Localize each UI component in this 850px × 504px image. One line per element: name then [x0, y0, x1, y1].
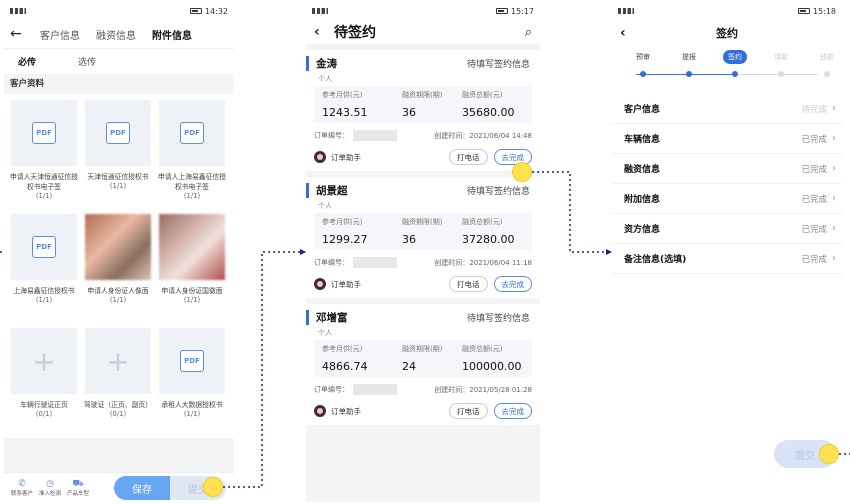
connector-1 — [223, 251, 306, 488]
connector-1-arrow — [300, 249, 306, 255]
connector-2 — [532, 171, 612, 253]
connector-2-arrow — [606, 249, 612, 255]
flow-connectors — [0, 171, 850, 488]
